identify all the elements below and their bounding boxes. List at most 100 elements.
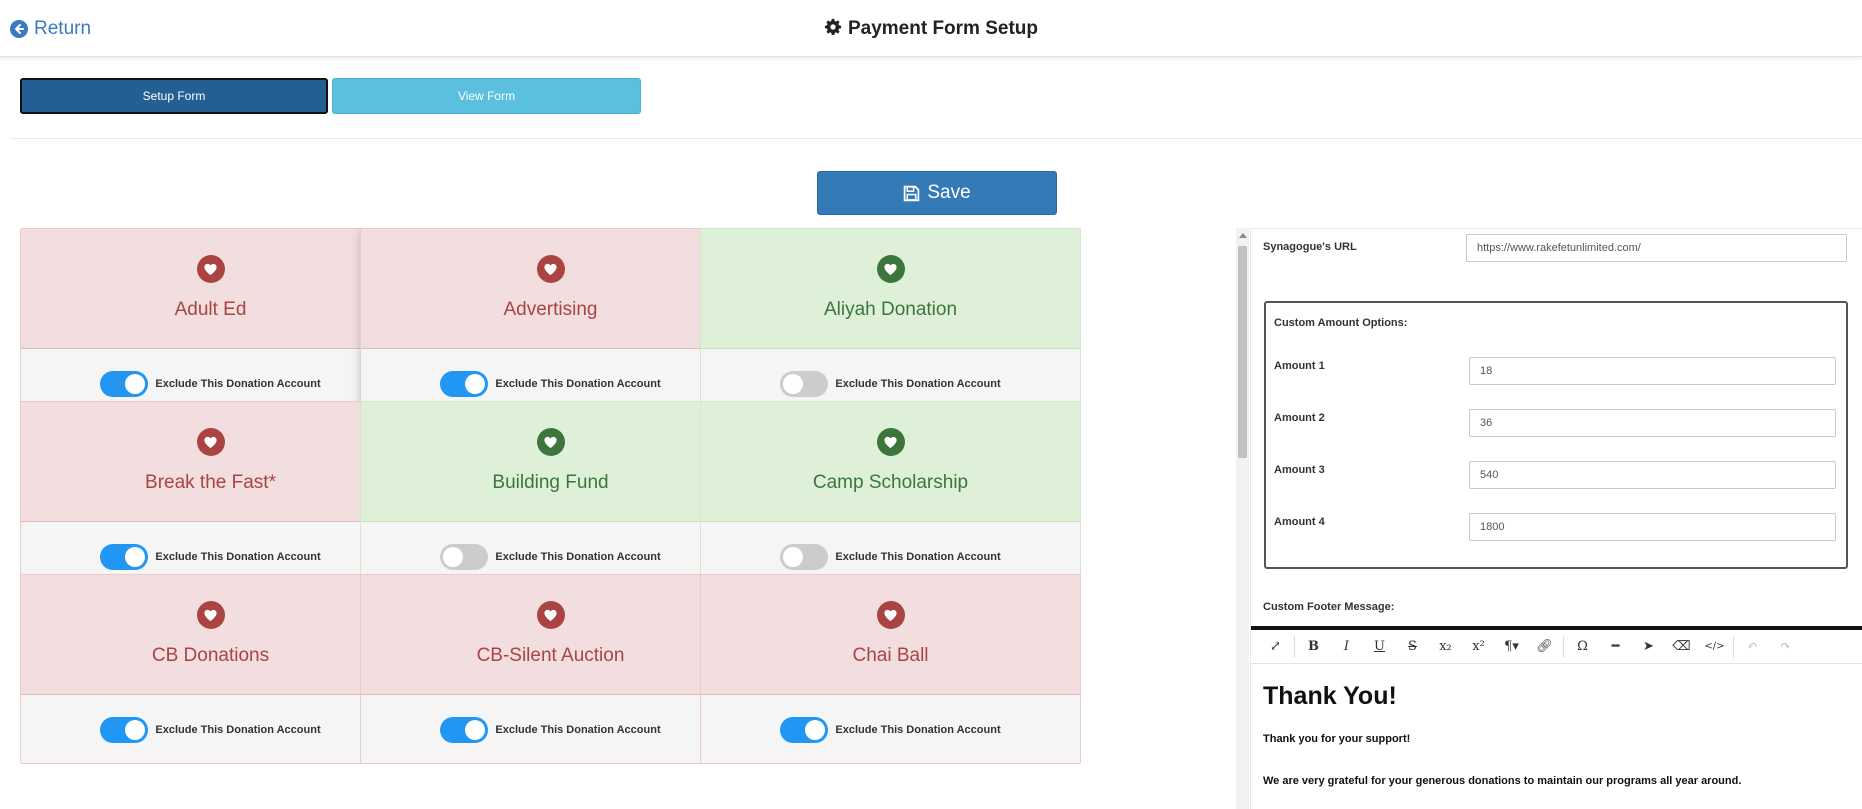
page-title-text: Payment Form Setup xyxy=(847,18,1039,39)
save-label: Save xyxy=(927,182,971,203)
expand-icon[interactable]: ⤢ xyxy=(1259,632,1292,662)
horizontal-rule-icon[interactable]: ━ xyxy=(1599,632,1632,662)
toolbar-divider xyxy=(1563,635,1564,658)
card-header: Break the Fast* xyxy=(21,402,400,522)
amount-1-field[interactable]: 18 xyxy=(1469,357,1836,385)
heart-icon xyxy=(876,255,905,283)
toggle-knob xyxy=(125,374,146,394)
settings-panel: Synagogue's URL https://www.rakefetunlim… xyxy=(1250,228,1862,809)
donation-account-card: CB Donations Exclude This Donation Accoun… xyxy=(20,574,401,764)
exclude-account-toggle[interactable] xyxy=(780,717,829,743)
heart-icon xyxy=(196,255,225,283)
toggle-knob xyxy=(783,374,804,394)
exclude-account-toggle[interactable] xyxy=(440,717,489,743)
strikethrough-icon[interactable]: S xyxy=(1396,632,1429,662)
toggle-knob xyxy=(443,547,464,567)
card-footer: Exclude This Donation Account xyxy=(361,695,740,763)
card-header: Chai Ball xyxy=(701,575,1080,695)
subscript-icon[interactable]: x₂ xyxy=(1429,632,1462,662)
card-header: Aliyah Donation xyxy=(701,229,1080,349)
cards-scrollbar[interactable] xyxy=(1236,228,1249,809)
url-field[interactable]: https://www.rakefetunlimited.com/ xyxy=(1466,234,1847,262)
custom-amounts-box: Custom Amount Options: Amount 1 18 Amoun… xyxy=(1264,301,1848,569)
exclude-account-toggle[interactable] xyxy=(100,544,149,570)
amounts-title: Custom Amount Options: xyxy=(1274,317,1408,329)
heart-icon xyxy=(536,428,565,456)
eraser-icon[interactable]: ⌫ xyxy=(1665,632,1698,662)
exclude-account-label: Exclude This Donation Account xyxy=(495,378,661,390)
card-header: Building Fund xyxy=(361,402,740,522)
card-header: CB-Silent Auction xyxy=(361,575,740,695)
exclude-account-toggle[interactable] xyxy=(440,544,489,570)
exclude-account-label: Exclude This Donation Account xyxy=(835,551,1001,563)
account-name: Advertising xyxy=(503,299,598,320)
url-label: Synagogue's URL xyxy=(1263,241,1357,253)
card-header: Camp Scholarship xyxy=(701,402,1080,522)
page-title: Payment Form Setup xyxy=(0,18,1862,40)
tab-bar: Setup Form View Form xyxy=(10,57,1862,139)
donation-account-card: Break the Fast* Exclude This Donation Acc… xyxy=(20,401,401,591)
footer-message-editor[interactable]: Thank You! Thank you for your support! W… xyxy=(1251,664,1862,809)
undo-icon[interactable]: ↶ xyxy=(1736,632,1769,662)
donation-account-card: Chai Ball Exclude This Donation Account xyxy=(700,574,1081,764)
exclude-account-label: Exclude This Donation Account xyxy=(495,551,661,563)
toolbar-divider xyxy=(1294,635,1295,658)
exclude-account-label: Exclude This Donation Account xyxy=(835,724,1001,736)
heart-icon xyxy=(536,255,565,283)
exclude-account-toggle[interactable] xyxy=(100,717,149,743)
superscript-icon[interactable]: x² xyxy=(1462,632,1495,662)
link-icon[interactable]: 🔗︎ xyxy=(1528,632,1561,662)
scroll-up-arrow-icon[interactable] xyxy=(1239,233,1247,238)
top-bar: Return Payment Form Setup xyxy=(0,0,1862,57)
toggle-knob xyxy=(125,720,146,740)
bold-icon[interactable]: B xyxy=(1297,632,1330,662)
exclude-account-toggle[interactable] xyxy=(780,544,829,570)
italic-icon[interactable]: I xyxy=(1330,632,1363,662)
card-header: CB Donations xyxy=(21,575,400,695)
toolbar-divider xyxy=(1733,635,1734,658)
exclude-account-label: Exclude This Donation Account xyxy=(495,724,661,736)
omega-icon[interactable]: Ω xyxy=(1566,632,1599,662)
amount-2-field[interactable]: 36 xyxy=(1469,409,1836,437)
footer-message-label: Custom Footer Message: xyxy=(1263,601,1395,613)
exclude-account-toggle[interactable] xyxy=(780,371,829,397)
gear-icon xyxy=(824,18,842,36)
editor-paragraph: Thank you for your support! xyxy=(1263,733,1411,745)
save-button[interactable]: Save xyxy=(817,171,1057,215)
underline-icon[interactable]: U xyxy=(1363,632,1396,662)
editor-paragraph: We are very grateful for your generous d… xyxy=(1263,775,1742,787)
pointer-icon[interactable]: ➤ xyxy=(1632,632,1665,662)
redo-icon[interactable]: ↷ xyxy=(1769,632,1802,662)
code-view-icon[interactable]: </> xyxy=(1698,632,1731,662)
scrollbar-thumb[interactable] xyxy=(1238,246,1247,458)
heart-icon xyxy=(536,601,565,629)
heart-icon xyxy=(876,601,905,629)
account-name: Adult Ed xyxy=(174,299,247,320)
floppy-disk-icon xyxy=(904,185,920,201)
amount-3-field[interactable]: 540 xyxy=(1469,461,1836,489)
toggle-knob xyxy=(465,720,486,740)
account-name: Chai Ball xyxy=(852,645,929,666)
donation-account-card: Advertising Exclude This Donation Account xyxy=(360,228,741,418)
card-header: Adult Ed xyxy=(21,229,400,349)
card-header: Advertising xyxy=(361,229,740,349)
toggle-knob xyxy=(125,547,146,567)
account-name: CB Donations xyxy=(151,645,270,666)
card-footer: Exclude This Donation Account xyxy=(701,695,1080,763)
donation-account-card: Adult Ed Exclude This Donation Account xyxy=(20,228,401,418)
paragraph-icon[interactable]: ¶▾ xyxy=(1495,632,1528,662)
tab-view-form[interactable]: View Form xyxy=(332,78,641,114)
exclude-account-label: Exclude This Donation Account xyxy=(155,551,321,563)
exclude-account-toggle[interactable] xyxy=(440,371,489,397)
account-name: CB-Silent Auction xyxy=(476,645,625,666)
heart-icon xyxy=(876,428,905,456)
exclude-account-label: Exclude This Donation Account xyxy=(835,378,1001,390)
tab-setup-form[interactable]: Setup Form xyxy=(20,78,328,114)
toggle-knob xyxy=(465,374,486,394)
toggle-knob xyxy=(805,720,826,740)
editor-toolbar: ⤢ B I U S x₂ x² ¶▾ 🔗︎ Ω ━ ➤ ⌫ </> ↶ ↷ xyxy=(1251,626,1862,664)
amount-label: Amount 1 xyxy=(1274,360,1325,372)
donation-account-card: Camp Scholarship Exclude This Donation Ac… xyxy=(700,401,1081,591)
exclude-account-toggle[interactable] xyxy=(100,371,149,397)
amount-4-field[interactable]: 1800 xyxy=(1469,513,1836,541)
